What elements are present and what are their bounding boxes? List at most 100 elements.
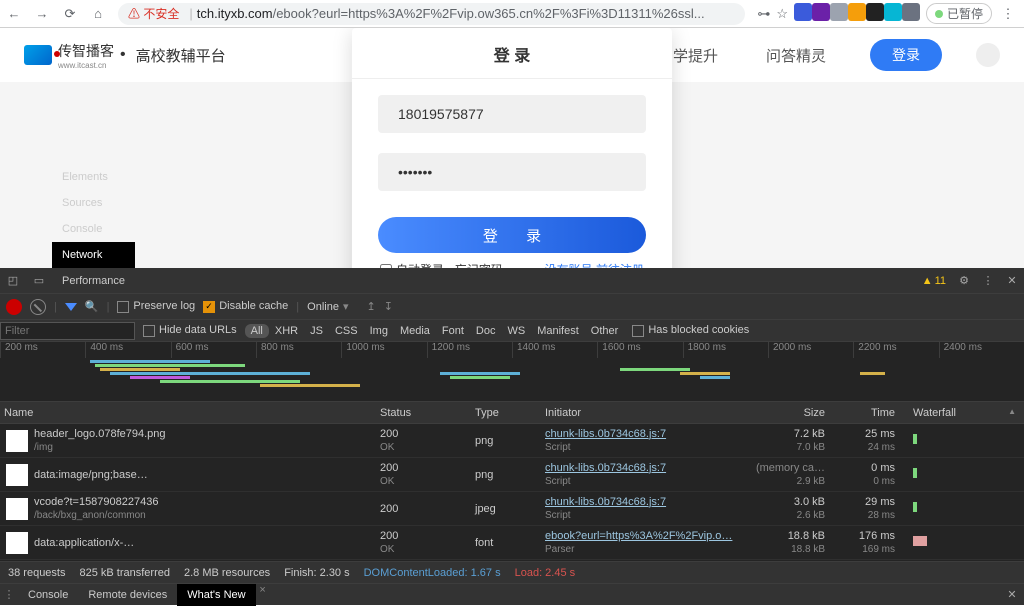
page-content: 传智播客 www.itcast.cn • 高校教辅平台 学提升 问答精灵 登录 … [0,28,1024,268]
drawer-tab-what's-new[interactable]: What's New [177,584,255,606]
extension-icon[interactable] [902,3,920,21]
more-icon[interactable]: ⋮ [976,274,1000,287]
devtools-tabs: ◰ ▭ ElementsSourcesConsoleNetworkPerform… [0,268,1024,294]
timeline-tick: 2000 ms [768,342,853,358]
filter-pill-font[interactable]: Font [436,324,470,338]
insecure-badge: ⚠ 不安全 [128,5,179,22]
table-row[interactable]: vcode?t=1587908227436/back/bxg_anon/comm… [0,492,1024,526]
filter-pill-media[interactable]: Media [394,324,436,338]
extension-icon[interactable] [812,3,830,21]
brand-name: 传智播客 [58,41,114,61]
debugger-pause-badge[interactable]: 已暂停 [926,3,992,24]
network-filter-bar: Hide data URLs AllXHRJSCSSImgMediaFontDo… [0,320,1024,342]
extension-icon[interactable] [848,3,866,21]
disable-cache-checkbox[interactable]: Disable cache [203,300,288,312]
auto-login-label: 自动登录 • 忘记密码 [396,261,503,268]
col-time[interactable]: Time [825,407,905,419]
reload-button[interactable]: ⟳ [56,6,84,22]
network-status-bar: 38 requests 825 kB transferred 2.8 MB re… [0,561,1024,583]
clear-button[interactable] [30,299,46,315]
forward-button[interactable]: → [28,6,56,21]
filter-pill-js[interactable]: JS [304,324,329,338]
site-logo[interactable]: 传智播客 www.itcast.cn • 高校教辅平台 [24,41,226,70]
upload-icon[interactable]: ↥ [366,300,375,313]
col-size[interactable]: Size [745,407,825,419]
address-bar[interactable]: ⚠ 不安全 | tch.ityxb.com /ebook?eurl=https%… [118,3,745,25]
register-link[interactable]: 没有账号 前往注册 [545,261,644,268]
timeline-tick: 600 ms [171,342,256,358]
inspect-icon[interactable]: ◰ [0,274,26,287]
drawer-tab-close-icon[interactable]: × [256,584,270,606]
col-status[interactable]: Status [380,407,475,419]
settings-icon[interactable]: ⚙ [952,274,976,287]
devtools-tab-sources[interactable]: Sources [52,190,135,216]
filter-icon[interactable] [65,303,77,311]
devtools-tab-console[interactable]: Console [52,216,135,242]
filter-pill-doc[interactable]: Doc [470,324,502,338]
devtools-tab-elements[interactable]: Elements [52,164,135,190]
col-type[interactable]: Type [475,407,545,419]
timeline-tick: 1600 ms [597,342,682,358]
login-submit-button[interactable]: 登 录 [378,217,646,253]
home-button[interactable]: ⌂ [84,6,112,21]
back-button[interactable]: ← [0,6,28,21]
throttling-select[interactable]: Online [307,300,358,313]
devtools-tab-performance[interactable]: Performance [52,268,135,294]
filter-pill-other[interactable]: Other [585,324,625,338]
resource-thumb-icon [6,532,28,554]
network-toolbar: | 🔍 | Preserve log Disable cache | Onlin… [0,294,1024,320]
filter-input[interactable] [0,322,135,340]
col-waterfall[interactable]: Waterfall [905,407,1024,419]
filter-pill-all[interactable]: All [245,324,269,338]
chrome-menu-icon[interactable]: ⋮ [998,6,1018,22]
hide-data-urls-checkbox[interactable]: Hide data URLs [143,324,237,336]
status-dcl: DOMContentLoaded: 1.67 s [364,567,501,579]
brand-sub: 高校教辅平台 [136,45,226,66]
key-icon[interactable]: ⊶ [757,6,770,22]
network-table: Name Status Type Initiator Size Time Wat… [0,402,1024,561]
phone-input[interactable] [378,95,646,133]
extension-icon[interactable] [794,3,812,21]
table-row[interactable]: data:application/x-…200OKfontebook?eurl=… [0,526,1024,560]
download-icon[interactable]: ↧ [384,300,393,313]
nav-link-qa[interactable]: 问答精灵 [752,45,840,66]
devtools-tab-network[interactable]: Network [52,242,135,268]
col-name[interactable]: Name [0,407,380,419]
filter-pill-css[interactable]: CSS [329,324,364,338]
drawer-menu-icon[interactable]: ⋮ [0,588,18,601]
filter-pill-xhr[interactable]: XHR [269,324,304,338]
timeline-tick: 2200 ms [853,342,938,358]
search-icon[interactable]: 🔍 [85,300,99,313]
filter-pill-img[interactable]: Img [364,324,394,338]
table-row[interactable]: header_logo.078fe794.png/img200OKpngchun… [0,424,1024,458]
devtools-close-icon[interactable]: ✕ [1000,274,1024,287]
blocked-cookies-checkbox[interactable]: Has blocked cookies [632,324,749,336]
drawer-tab-console[interactable]: Console [18,584,78,606]
extension-icon[interactable] [866,3,884,21]
network-timeline[interactable]: 200 ms400 ms600 ms800 ms1000 ms1200 ms14… [0,342,1024,402]
filter-pill-ws[interactable]: WS [501,324,531,338]
filter-pill-manifest[interactable]: Manifest [531,324,585,338]
resource-thumb-icon [6,430,28,452]
warnings-badge[interactable]: ▲ 11 [916,275,952,287]
record-button[interactable] [6,299,22,315]
timeline-tick: 1000 ms [341,342,426,358]
extension-icon[interactable] [830,3,848,21]
message-icon[interactable] [976,43,1000,67]
col-initiator[interactable]: Initiator [545,407,745,419]
browser-toolbar: ← → ⟳ ⌂ ⚠ 不安全 | tch.ityxb.com /ebook?eur… [0,0,1024,28]
url-host: tch.ityxb.com [197,6,273,21]
auto-login-checkbox[interactable]: 自动登录 • 忘记密码 [380,261,503,268]
header-login-button[interactable]: 登录 [870,39,942,71]
extension-icon[interactable] [884,3,902,21]
drawer-tab-remote-devices[interactable]: Remote devices [78,584,177,606]
password-input[interactable] [378,153,646,191]
logo-mark-icon [24,45,52,65]
drawer-close-icon[interactable]: ✕ [1000,588,1024,601]
status-transferred: 825 kB transferred [79,567,170,579]
bookmark-icon[interactable]: ☆ [776,6,788,22]
table-row[interactable]: data:image/png;base…200OKpngchunk-libs.0… [0,458,1024,492]
timeline-tick: 800 ms [256,342,341,358]
preserve-log-checkbox[interactable]: Preserve log [117,300,195,312]
device-icon[interactable]: ▭ [26,274,52,287]
